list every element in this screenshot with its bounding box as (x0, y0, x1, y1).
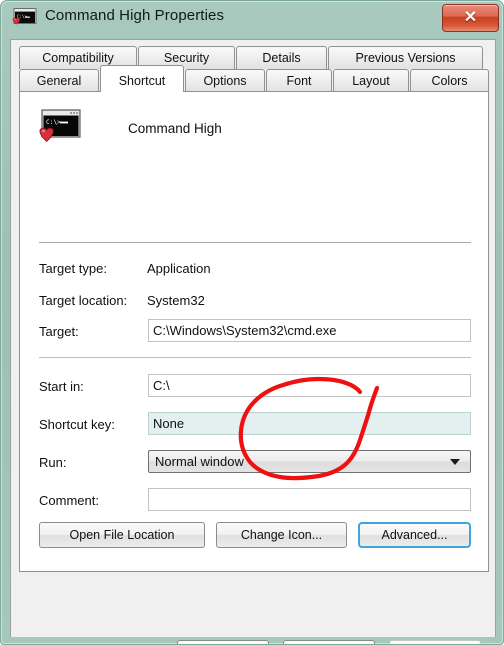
chevron-down-icon (450, 458, 460, 465)
tab-previous-versions[interactable]: Previous Versions (328, 46, 483, 69)
change-icon-button[interactable]: Change Icon... (216, 522, 347, 548)
tab-colors[interactable]: Colors (410, 69, 489, 92)
button-label: Change Icon... (240, 528, 323, 542)
tab-label: Font (286, 74, 312, 88)
tab-font[interactable]: Font (266, 69, 332, 92)
target-type-value: Application (147, 261, 211, 276)
tab-row-bottom: General Shortcut Options Font Layout Col… (19, 65, 490, 92)
close-button[interactable]: ✕ (442, 4, 499, 32)
shortcut-key-input[interactable]: None (148, 412, 471, 435)
shortcut-name: Command High (128, 121, 222, 136)
properties-window: C:\> Command High Properties ✕ Compatibi… (0, 0, 504, 645)
cmd-heart-icon: C:\> (39, 108, 85, 152)
separator-top (39, 242, 471, 243)
tab-label: Security (163, 51, 210, 65)
title-bar[interactable]: C:\> Command High Properties ✕ (1, 1, 503, 39)
tab-label: General (36, 74, 82, 88)
dialog-body: Compatibility Security Details Previous … (10, 39, 496, 644)
tab-label: Details (262, 51, 301, 65)
tab-label: Options (203, 74, 247, 88)
cmd-heart-icon: C:\> (12, 7, 38, 31)
tab-label: Compatibility (42, 51, 114, 65)
comment-label: Comment: (39, 493, 99, 508)
target-input[interactable]: C:\Windows\System32\cmd.exe (148, 319, 471, 342)
apply-button: Apply (389, 640, 481, 644)
target-location-value: System32 (147, 293, 205, 308)
tab-label: Previous Versions (355, 51, 456, 65)
run-selected-value: Normal window (155, 454, 244, 469)
run-label: Run: (39, 455, 67, 470)
tab-row-top: Compatibility Security Details Previous … (19, 46, 484, 69)
tab-details[interactable]: Details (236, 46, 327, 69)
tab-layout[interactable]: Layout (333, 69, 409, 92)
separator-middle (39, 357, 471, 358)
tab-strip: Compatibility Security Details Previous … (19, 46, 489, 92)
ok-button[interactable]: OK (177, 640, 269, 644)
start-in-label: Start in: (39, 379, 84, 394)
tab-label: Layout (352, 74, 390, 88)
run-dropdown[interactable]: Normal window (148, 450, 471, 473)
button-label: Advanced... (381, 528, 448, 542)
close-icon: ✕ (463, 9, 478, 26)
start-in-input[interactable]: C:\ (148, 374, 471, 397)
tab-shortcut[interactable]: Shortcut (100, 65, 184, 92)
comment-input[interactable] (148, 488, 471, 511)
tab-general[interactable]: General (19, 69, 99, 92)
target-location-label: Target location: (39, 293, 128, 308)
tab-label: Shortcut (118, 74, 166, 88)
target-type-label: Target type: (39, 261, 107, 276)
tab-options[interactable]: Options (185, 69, 265, 92)
window-title: Command High Properties (45, 7, 225, 24)
cancel-button[interactable]: Cancel (283, 640, 375, 644)
shortcut-tab-page: C:\> Command High Target type: Applicati… (19, 91, 489, 572)
tab-label: Colors (431, 74, 468, 88)
advanced-button[interactable]: Advanced... (358, 522, 471, 548)
svg-text:C:\>: C:\> (46, 119, 61, 126)
open-file-location-button[interactable]: Open File Location (39, 522, 205, 548)
shortcut-key-label: Shortcut key: (39, 417, 115, 432)
target-label: Target: (39, 324, 79, 339)
button-label: Open File Location (69, 528, 175, 542)
